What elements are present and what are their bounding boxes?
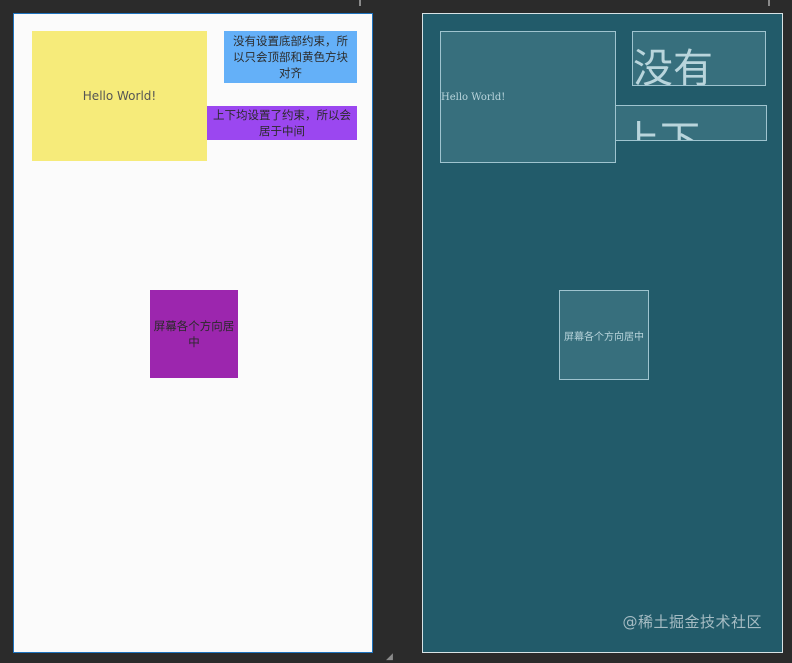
layout-editor: Hello World! 没有设置底部约束，所以只会顶部和黄色方块对齐 上下均设… [0, 0, 792, 663]
blueprint-top-aligned-view[interactable]: 没有 [632, 31, 766, 86]
blueprint-surface[interactable]: Hello World! 没有 上下 屏幕各个方向居中 @稀土掘金技术社区 [422, 13, 783, 653]
resize-handle-icon[interactable]: ◢ [386, 653, 396, 662]
blueprint-screen-centered-view[interactable]: 屏幕各个方向居中 [559, 290, 649, 380]
ruler-tick [359, 0, 361, 6]
blueprint-vertically-centered-view[interactable]: 上下 [615, 105, 767, 141]
screen-centered-view[interactable]: 屏幕各个方向居中 [150, 290, 238, 378]
screen-centered-text: 屏幕各个方向居中 [153, 319, 235, 349]
vertically-centered-text: 上下均设置了约束，所以会居于中间 [213, 108, 351, 138]
top-aligned-text-view[interactable]: 没有设置底部约束，所以只会顶部和黄色方块对齐 [224, 31, 357, 83]
hello-world-text: Hello World! [82, 89, 157, 103]
blueprint-hello-world-text: Hello World! [441, 91, 506, 103]
blueprint-vertically-centered-text: 上下 [620, 118, 700, 141]
watermark: @稀土掘金技术社区 [622, 613, 762, 631]
design-surface[interactable]: Hello World! 没有设置底部约束，所以只会顶部和黄色方块对齐 上下均设… [13, 13, 373, 653]
ruler-tick [768, 0, 770, 6]
blueprint-top-aligned-text: 没有 [633, 46, 713, 86]
top-aligned-text: 没有设置底部约束，所以只会顶部和黄色方块对齐 [233, 34, 348, 80]
blueprint-hello-world-view[interactable]: Hello World! [440, 31, 616, 163]
hello-world-view[interactable]: Hello World! [32, 31, 207, 161]
vertically-centered-text-view[interactable]: 上下均设置了约束，所以会居于中间 [207, 106, 357, 140]
blueprint-screen-centered-text: 屏幕各个方向居中 [564, 331, 644, 343]
